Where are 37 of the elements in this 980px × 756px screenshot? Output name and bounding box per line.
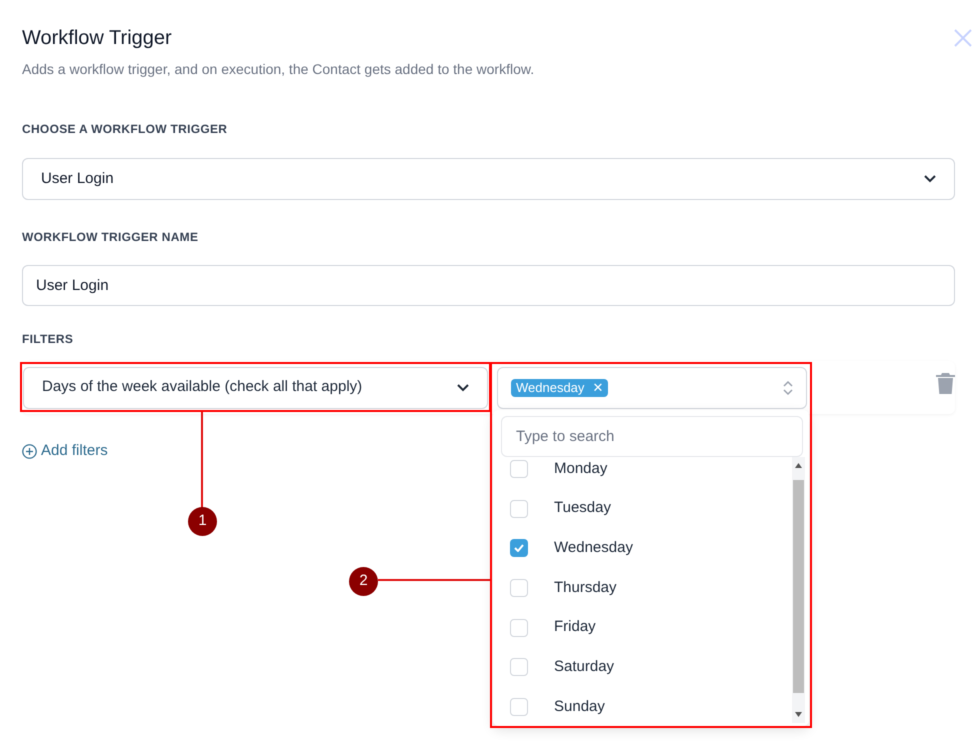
chevron-down-icon (457, 384, 469, 392)
input-field[interactable]: User Login (22, 265, 955, 306)
option-item[interactable]: Wednesday (493, 528, 789, 568)
checkbox[interactable] (510, 460, 528, 478)
callout-number: 2 (349, 567, 378, 596)
section-label: CHOOSE A WORKFLOW TRIGGER (22, 121, 228, 138)
dialog-title: Workflow Trigger (22, 26, 172, 50)
trigger-select[interactable]: User Login (22, 158, 955, 200)
callout-number: 1 (188, 507, 217, 536)
checkbox[interactable] (510, 658, 528, 676)
checkbox[interactable] (510, 698, 528, 716)
sort-icon (783, 380, 793, 396)
checkbox[interactable] (510, 578, 528, 597)
search-field[interactable]: Type to search (501, 416, 803, 457)
tag-label: Wednesday (516, 378, 584, 397)
dialog-subtitle: Adds a workflow trigger, and on execution, the Contact gets added to the workflow. (22, 60, 536, 79)
scroll-up-icon[interactable] (795, 463, 802, 468)
option-item[interactable]: Saturday (493, 647, 789, 688)
add-filters-link[interactable]: Add filters (22, 440, 108, 462)
trash-icon[interactable] (936, 373, 955, 394)
close-icon[interactable] (954, 29, 972, 47)
scrollbar[interactable] (792, 457, 805, 723)
option-item[interactable]: Thursday (493, 568, 789, 608)
filter-field-select[interactable]: Days of the week available (check all that apply) (23, 366, 488, 408)
option-item[interactable]: Friday (493, 608, 789, 648)
checkbox[interactable] (510, 618, 528, 637)
scroll-down-icon[interactable] (795, 712, 802, 717)
option-item[interactable]: Tuesday (493, 488, 789, 528)
section-label: FILTERS (22, 331, 74, 348)
section-label: WORKFLOW TRIGGER NAME (22, 229, 200, 246)
checkbox[interactable] (510, 539, 528, 558)
plus-circle-icon (22, 444, 37, 459)
checkbox[interactable] (510, 500, 528, 518)
option-item[interactable]: Monday (493, 457, 789, 489)
check-icon (514, 544, 524, 552)
option-item[interactable]: Sunday (493, 687, 789, 723)
chevron-down-icon (924, 175, 936, 183)
